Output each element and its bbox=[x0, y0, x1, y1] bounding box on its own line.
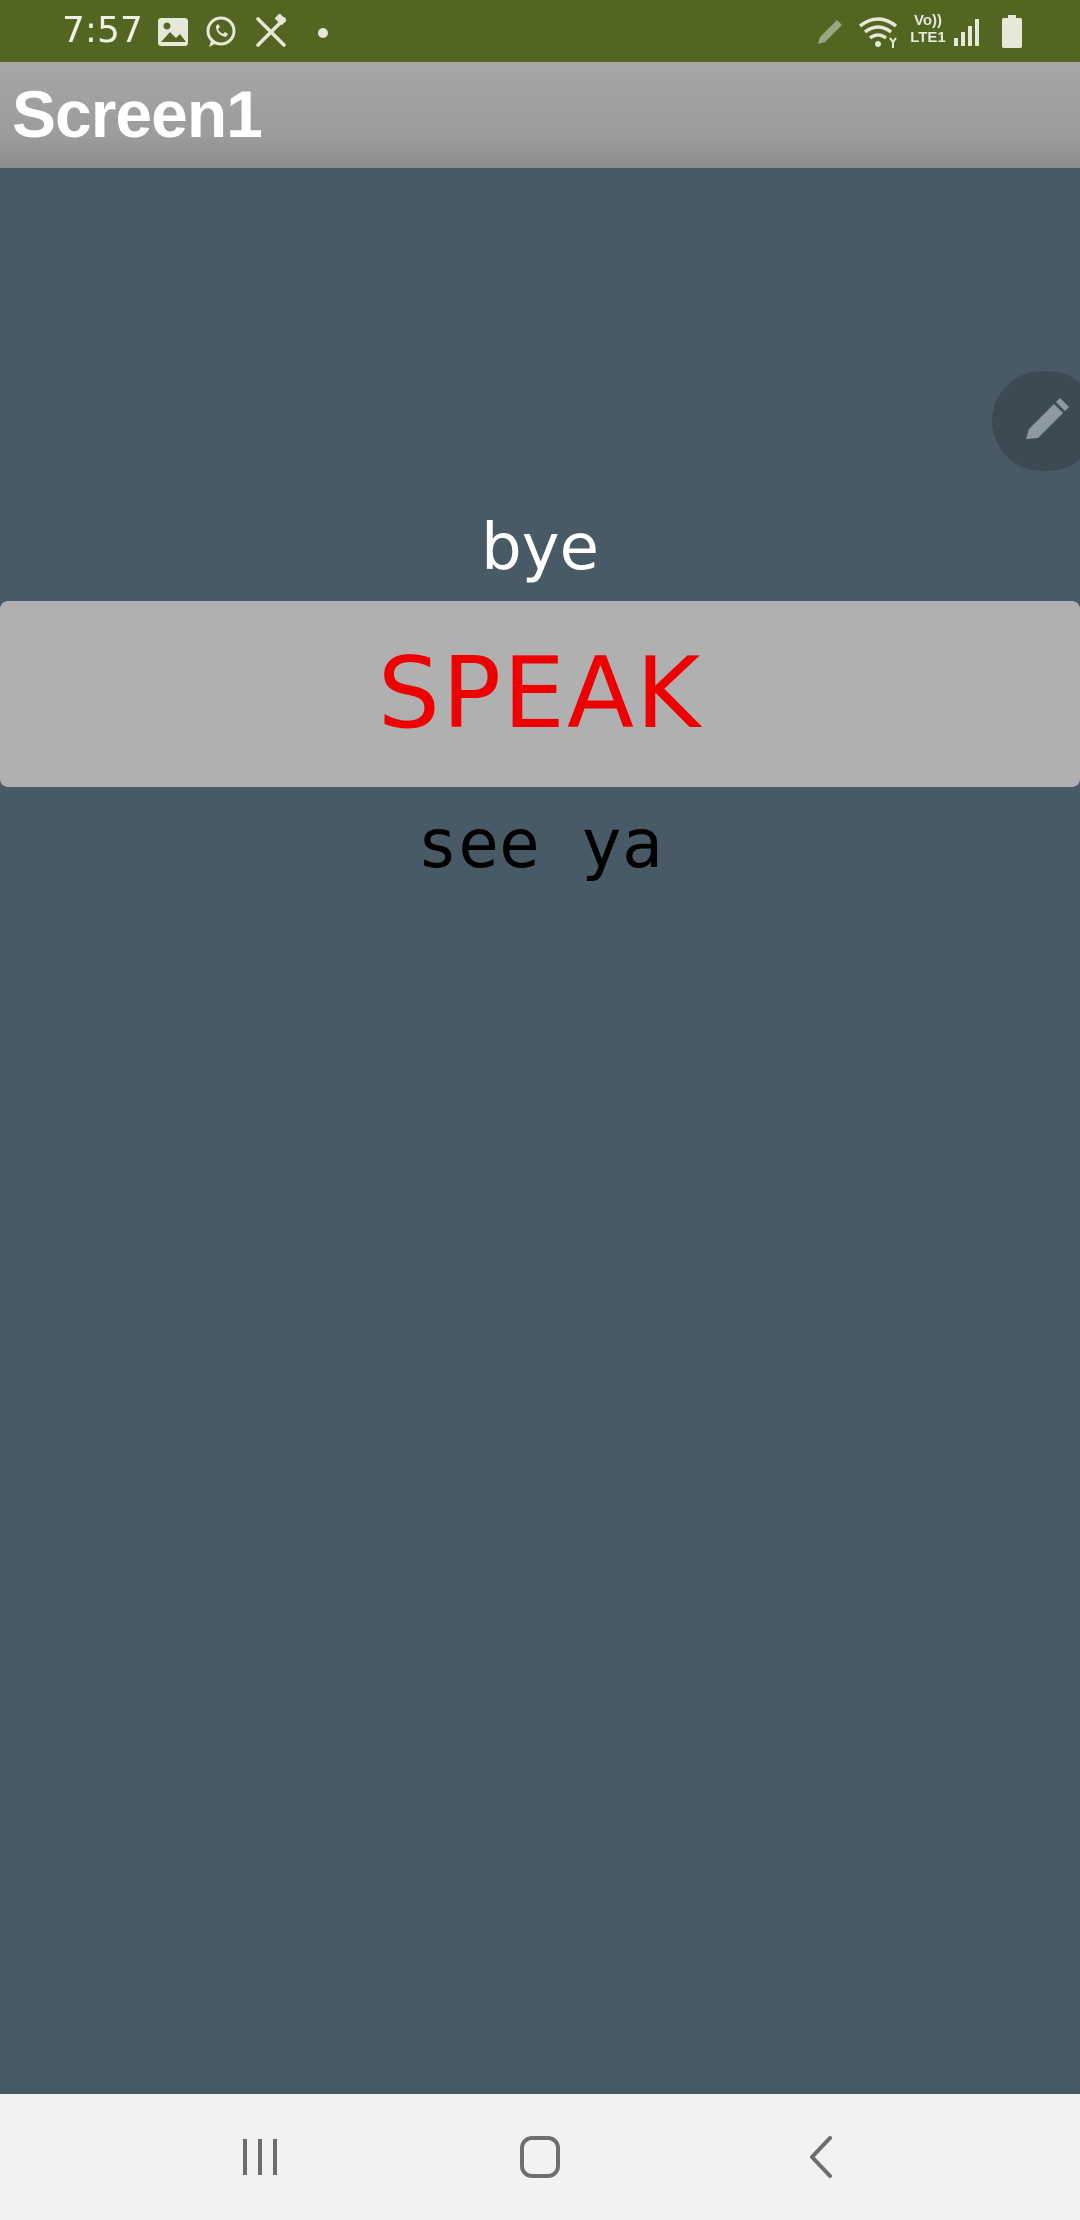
navigation-bar bbox=[0, 2094, 1080, 2220]
gallery-icon bbox=[155, 14, 191, 50]
pencil-icon bbox=[812, 14, 848, 50]
title-bar: Screen1 bbox=[0, 62, 1080, 168]
status-bar: 7:57 Vo)) LTE1 bbox=[0, 0, 1080, 62]
label-see-ya: see ya bbox=[417, 805, 663, 884]
network-label: Vo)) LTE1 bbox=[910, 12, 946, 46]
label-bye: bye bbox=[481, 511, 599, 585]
home-icon[interactable] bbox=[500, 2124, 580, 2190]
battery-icon bbox=[994, 14, 1030, 50]
signal-icon bbox=[950, 14, 986, 50]
screen-title: Screen1 bbox=[12, 77, 263, 151]
notification-dot-icon bbox=[318, 28, 328, 38]
wifi-icon bbox=[856, 14, 900, 50]
tools-icon bbox=[253, 13, 289, 50]
pencil-icon bbox=[1026, 398, 1069, 439]
recent-apps-icon[interactable] bbox=[220, 2124, 300, 2190]
speak-button[interactable]: SPEAK bbox=[0, 601, 1080, 787]
whatsapp-icon bbox=[203, 14, 239, 50]
back-icon[interactable] bbox=[782, 2124, 862, 2190]
edit-fab-button[interactable] bbox=[992, 371, 1080, 471]
status-time: 7:57 bbox=[62, 10, 143, 51]
